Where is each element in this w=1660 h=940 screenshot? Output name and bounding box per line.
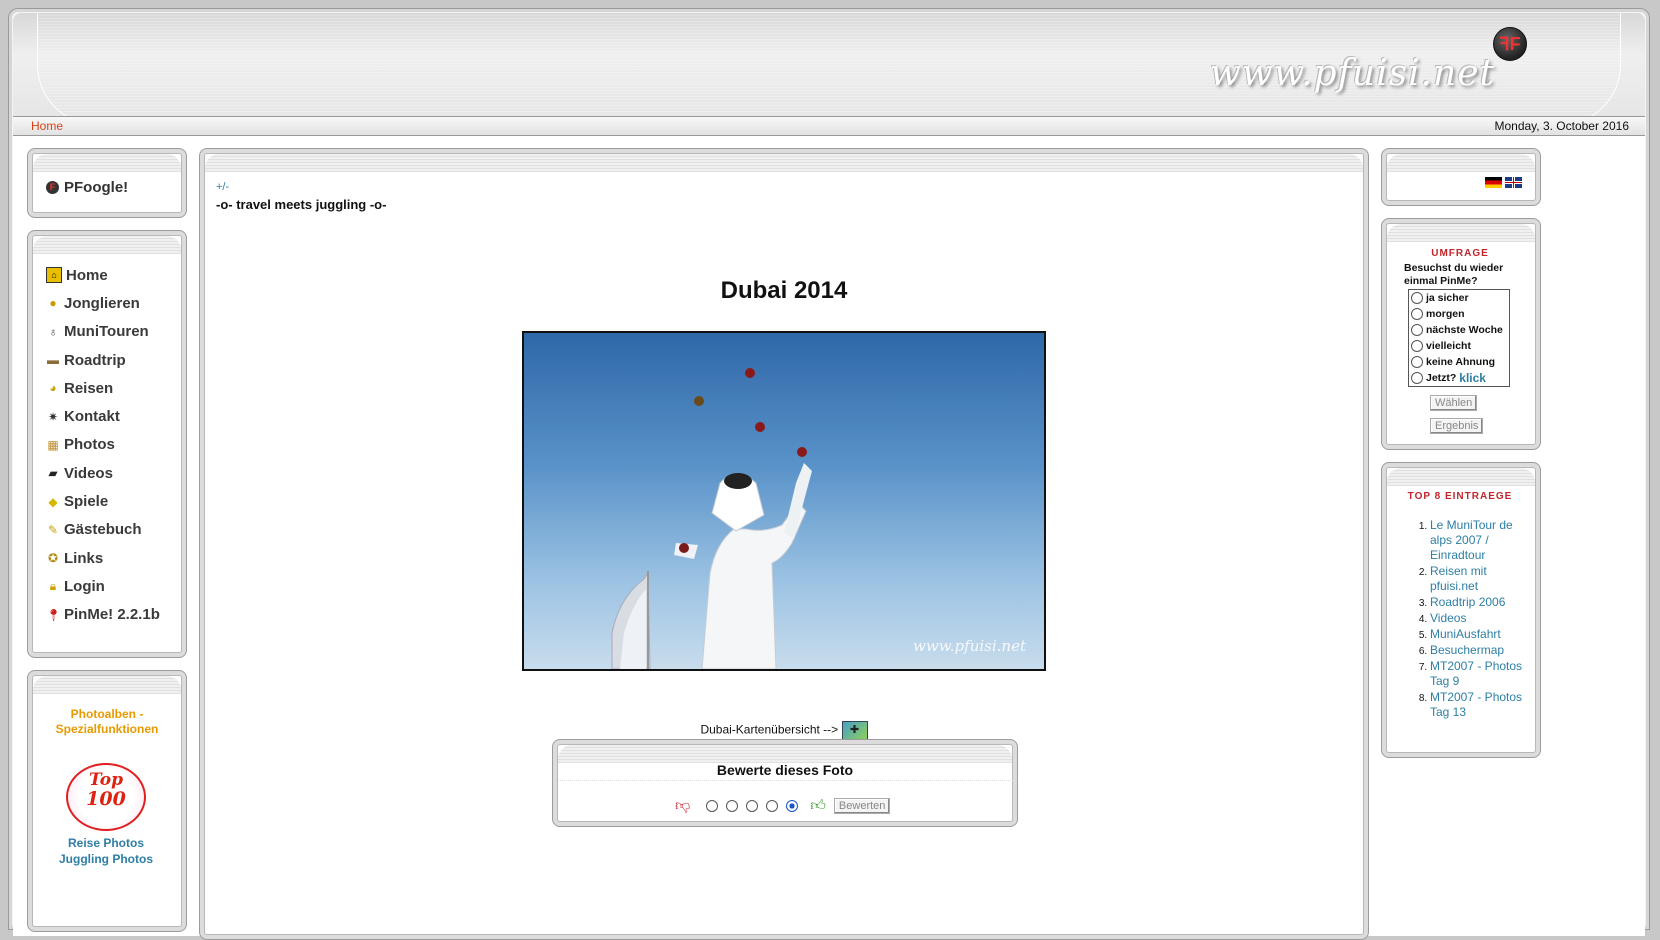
top8-item[interactable]: Reisen mit pfuisi.net	[1430, 564, 1530, 594]
car-icon: ▬	[47, 353, 59, 368]
dice-icon: ◆	[48, 494, 58, 509]
page-frame: www.pfuisi.net ꟻF Home Monday, 3. Octobe…	[8, 8, 1650, 940]
juggling-balls-icon: ●	[49, 296, 57, 311]
dubai-photo[interactable]: www.pfuisi.net	[522, 331, 1046, 671]
lock-icon: 🔒︎	[49, 579, 57, 594]
site-header: www.pfuisi.net ꟻF	[13, 13, 1645, 117]
rating-option-4[interactable]	[766, 800, 779, 812]
clapper-icon: ▰	[48, 466, 58, 481]
rating-controls: 👎︎ 👍︎ Bewerten	[675, 797, 891, 815]
juggler-scene-graphic	[611, 368, 812, 669]
page-title: Dubai 2014	[720, 277, 848, 304]
poll-box: UMFRAGE Besuchst du wieder einmal PinMe?…	[1381, 218, 1541, 450]
poll-klick-link[interactable]: klick	[1459, 371, 1486, 385]
pfoogle-label: PFoogle!	[64, 179, 129, 196]
top8-item[interactable]: Videos	[1430, 611, 1530, 626]
gb-flag-icon[interactable]	[1505, 177, 1522, 188]
map-link-text: Dubai-Kartenübersicht -->	[700, 722, 839, 737]
main-content-box: +/- -o- travel meets juggling -o- Dubai …	[199, 148, 1369, 940]
poll-title: UMFRAGE	[1431, 248, 1489, 259]
poll-question: Besuchst du wieder einmal PinMe?	[1404, 262, 1504, 287]
poll-result-button[interactable]: Ergebnis	[1430, 418, 1484, 434]
rating-option-2[interactable]	[726, 800, 739, 812]
pfoogle-box: F PFoogle!	[27, 148, 187, 218]
poll-option-6[interactable]: Jetzt? klick	[1409, 370, 1509, 386]
photoalben-box: Photoalben - Spezialfunktionen Top 100 R…	[27, 670, 187, 932]
top100-juggling-photos-link[interactable]: Juggling Photos	[28, 852, 184, 866]
rating-title: Bewerte dieses Foto	[716, 762, 854, 778]
photos-icon: ▦	[47, 437, 59, 452]
poll-option-5[interactable]: keine Ahnung	[1409, 354, 1509, 370]
menu-item-jonglieren[interactable]: ● Jonglieren	[46, 289, 160, 317]
menu-item-home[interactable]: ⌂ Home	[46, 261, 160, 289]
rating-option-3[interactable]	[746, 800, 759, 812]
top8-title: TOP 8 EINTRAEGE	[1407, 491, 1513, 502]
poll-option-4[interactable]: vielleicht	[1409, 338, 1509, 354]
menu-item-spiele[interactable]: ◆ Spiele	[46, 487, 160, 515]
pin-icon: 📍︎	[46, 607, 62, 622]
menu-item-links[interactable]: ✪ Links	[46, 544, 160, 572]
thumbs-up-icon: 👍︎	[810, 797, 826, 814]
links-gear-icon: ✪	[47, 551, 59, 566]
contact-star-icon: ✷	[47, 409, 59, 424]
language-box	[1381, 148, 1541, 206]
poll-option-3[interactable]: nächste Woche	[1409, 322, 1509, 338]
top8-list: Le MuniTour de alps 2007 / Einradtour Re…	[1408, 518, 1530, 721]
top8-item[interactable]: Besuchermap	[1430, 643, 1530, 658]
site-subtitle: -o- travel meets juggling -o-	[216, 197, 387, 212]
de-flag-icon[interactable]	[1485, 177, 1502, 188]
rating-submit-button[interactable]: Bewerten	[833, 798, 891, 814]
top100-reise-photos-link[interactable]: Reise Photos	[28, 836, 184, 850]
photoalben-title: Photoalben - Spezialfunktionen	[55, 707, 159, 736]
main-menu-box: ⌂ Home ● Jonglieren ♁ MuniTouren ▬ Roadtrip …	[27, 230, 187, 658]
current-date: Monday, 3. October 2016	[1494, 119, 1629, 133]
menu-item-videos[interactable]: ▰ Videos	[46, 459, 160, 487]
rating-option-5[interactable]	[786, 800, 799, 812]
breadcrumb-home-link[interactable]: Home	[31, 119, 63, 133]
menu-item-roadtrip[interactable]: ▬ Roadtrip	[46, 346, 160, 374]
rating-box: Bewerte dieses Foto 👎︎ 👍︎ Bewerten	[552, 739, 1018, 827]
toggle-link[interactable]: +/-	[216, 181, 229, 193]
menu-item-reisen[interactable]: ◕ Reisen	[46, 374, 160, 402]
top8-item[interactable]: Le MuniTour de alps 2007 / Einradtour	[1430, 518, 1530, 563]
content-area: F PFoogle! ⌂ Home ● Jonglieren ♁ MuniTouren…	[13, 136, 1645, 940]
site-url-logo: www.pfuisi.net	[1209, 53, 1495, 94]
top100-badge[interactable]: Top 100	[66, 763, 146, 831]
top8-box: TOP 8 EINTRAEGE Le MuniTour de alps 2007…	[1381, 462, 1541, 758]
top8-item[interactable]: MT2007 - Photos Tag 9	[1430, 659, 1530, 689]
map-link-row: Dubai-Kartenübersicht --> ✚	[200, 721, 1368, 740]
globe-icon: ◕	[49, 381, 57, 396]
pfoogle-logo-icon: F	[46, 181, 59, 194]
menu-item-photos[interactable]: ▦ Photos	[46, 431, 160, 459]
menu-item-pinme[interactable]: 📍︎ PinMe! 2.2.1b	[46, 601, 160, 629]
photo-watermark: www.pfuisi.net	[913, 637, 1026, 655]
menu-item-gaestebuch[interactable]: ✎ Gästebuch	[46, 516, 160, 544]
top8-item[interactable]: MT2007 - Photos Tag 13	[1430, 690, 1530, 720]
top8-item[interactable]: Roadtrip 2006	[1430, 595, 1530, 610]
main-menu: ⌂ Home ● Jonglieren ♁ MuniTouren ▬ Roadtrip …	[46, 261, 160, 629]
poll-vote-button[interactable]: Wählen	[1430, 395, 1478, 411]
poll-option-1[interactable]: ja sicher	[1409, 290, 1509, 306]
menu-item-munitouren[interactable]: ♁ MuniTouren	[46, 318, 160, 346]
pfoogle-link[interactable]: F PFoogle!	[46, 179, 128, 196]
thumbs-down-icon: 👎︎	[675, 797, 691, 814]
poll-options: ja sicher morgen nächste Woche vielleich…	[1408, 289, 1510, 387]
menu-item-kontakt[interactable]: ✷ Kontakt	[46, 402, 160, 430]
unicycle-icon: ♁	[48, 324, 58, 339]
menu-item-login[interactable]: 🔒︎ Login	[46, 572, 160, 600]
map-overview-icon[interactable]: ✚	[841, 721, 868, 740]
poll-option-2[interactable]: morgen	[1409, 306, 1509, 322]
site-logo-icon[interactable]: ꟻF	[1493, 27, 1527, 61]
breadcrumb-bar: Home Monday, 3. October 2016	[13, 116, 1645, 136]
home-icon: ⌂	[46, 267, 62, 284]
top8-item[interactable]: MuniAusfahrt	[1430, 627, 1530, 642]
rating-option-1[interactable]	[706, 800, 719, 812]
guestbook-pen-icon: ✎	[47, 522, 59, 537]
